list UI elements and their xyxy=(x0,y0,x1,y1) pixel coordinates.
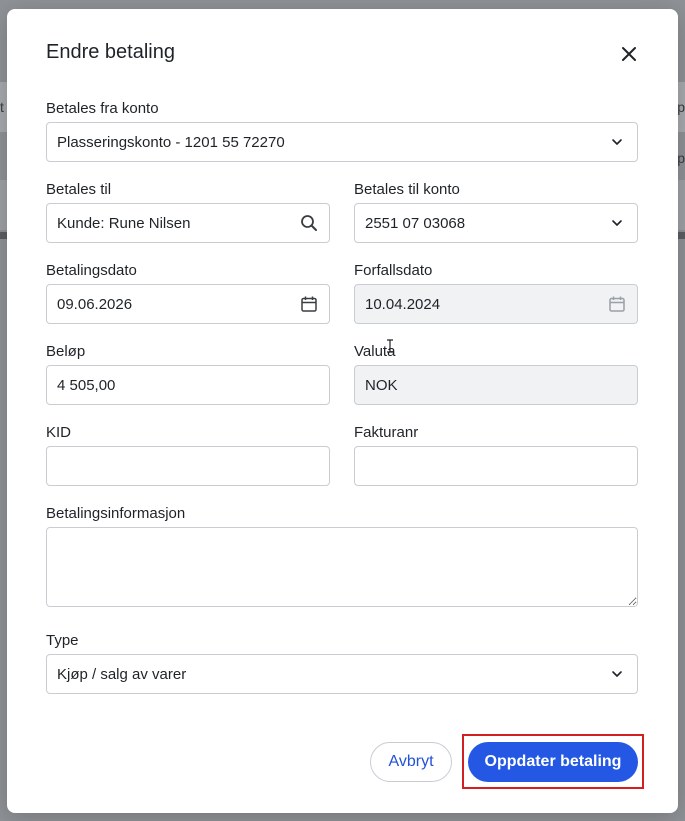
invoice-number-input[interactable] xyxy=(354,446,638,486)
to-account-label: Betales til konto xyxy=(354,181,460,198)
text-cursor-icon xyxy=(387,339,393,353)
pay-to-value: Kunde: Rune Nilsen xyxy=(57,214,191,232)
from-account-value: Plasseringskonto - 1201 55 72270 xyxy=(57,133,285,151)
calendar-icon xyxy=(607,294,627,314)
to-account-value: 2551 07 03068 xyxy=(365,214,466,232)
amount-label: Beløp xyxy=(46,343,86,360)
dialog-title: Endre betaling xyxy=(46,41,175,63)
cancel-button[interactable]: Avbryt xyxy=(370,742,452,782)
amount-input[interactable]: 4 505,00 xyxy=(46,365,330,405)
due-date-value: 10.04.2024 xyxy=(365,295,441,313)
pay-to-search-input[interactable]: Kunde: Rune Nilsen xyxy=(46,203,330,243)
calendar-icon[interactable] xyxy=(299,294,319,314)
payment-info-textarea[interactable] xyxy=(46,527,638,607)
close-icon xyxy=(622,47,636,61)
payment-date-label: Betalingsdato xyxy=(46,262,137,279)
currency-value: NOK xyxy=(365,376,398,394)
payment-date-input[interactable]: 09.06.2026 xyxy=(46,284,330,324)
chevron-down-icon xyxy=(607,132,627,152)
chevron-down-icon xyxy=(607,664,627,684)
invoice-number-label: Fakturanr xyxy=(354,424,419,441)
type-select[interactable]: Kjøp / salg av varer xyxy=(46,654,638,694)
chevron-down-icon xyxy=(607,213,627,233)
edit-payment-dialog: Endre betaling Betales fra konto Plasser… xyxy=(7,9,678,813)
background-text-fragment: p xyxy=(677,150,685,166)
update-payment-button[interactable]: Oppdater betaling xyxy=(468,742,638,782)
background-text-fragment: p xyxy=(677,99,685,115)
payment-date-value: 09.06.2026 xyxy=(57,295,133,313)
due-date-input: 10.04.2024 xyxy=(354,284,638,324)
currency-input: NOK xyxy=(354,365,638,405)
from-account-label: Betales fra konto xyxy=(46,100,159,117)
payment-info-label: Betalingsinformasjon xyxy=(46,505,186,522)
type-value: Kjøp / salg av varer xyxy=(57,665,187,683)
pay-to-label: Betales til xyxy=(46,181,112,198)
background-text-fragment: t xyxy=(0,99,4,115)
search-icon[interactable] xyxy=(299,213,319,233)
type-label: Type xyxy=(46,632,79,649)
due-date-label: Forfallsdato xyxy=(354,262,433,279)
to-account-select[interactable]: 2551 07 03068 xyxy=(354,203,638,243)
kid-input[interactable] xyxy=(46,446,330,486)
close-button[interactable] xyxy=(618,43,640,65)
from-account-select[interactable]: Plasseringskonto - 1201 55 72270 xyxy=(46,122,638,162)
kid-label: KID xyxy=(46,424,72,441)
amount-value: 4 505,00 xyxy=(57,376,116,394)
